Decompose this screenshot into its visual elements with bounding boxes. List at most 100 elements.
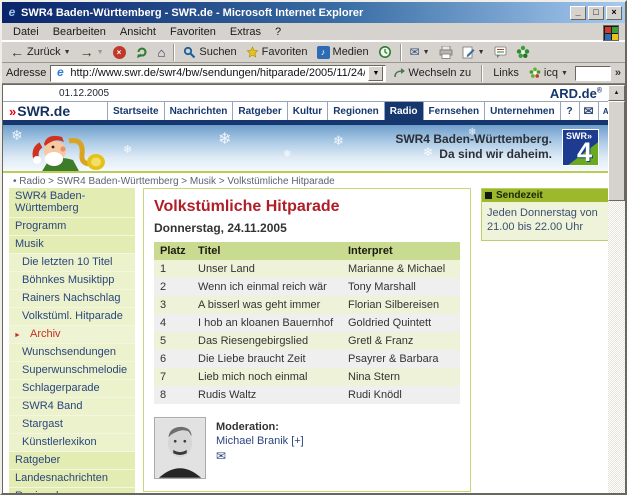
ard-link[interactable]: ARD.de® xyxy=(550,86,602,101)
main-content: Volkstümliche Hitparade Donnerstag, 24.1… xyxy=(143,188,471,493)
sidebar-item[interactable]: ► SWR4 Band xyxy=(9,398,135,416)
cell-interpret: Psayrer & Barbara xyxy=(342,350,460,368)
nav-tab[interactable]: Ratgeber xyxy=(232,102,286,120)
current-date: 01.12.2005 xyxy=(59,88,109,99)
address-dropdown-button[interactable]: ▼ xyxy=(368,66,383,81)
scrollbar-thumb[interactable] xyxy=(608,101,625,201)
main-navigation: » SWR.de StartseiteNachrichtenRatgeberKu… xyxy=(3,101,608,120)
swr4-logo[interactable]: SWR» 4 xyxy=(562,129,599,166)
table-row: 7 Lieb mich noch einmal Nina Stern xyxy=(154,368,460,386)
nav-tab[interactable]: Fernsehen xyxy=(423,102,485,120)
brand-name: SWR.de xyxy=(17,103,70,119)
swr-logo-link[interactable]: » SWR.de xyxy=(3,102,107,120)
messenger-button[interactable] xyxy=(512,44,534,60)
cell-interpret: Marianne & Michael xyxy=(342,260,460,278)
sidebar-item-label: Musik xyxy=(15,238,44,250)
browser-viewport: 01.12.2005 ARD.de® » SWR.de StartseiteNa… xyxy=(2,84,625,493)
print-button[interactable] xyxy=(435,45,457,60)
contact-mail-button[interactable]: ✉ xyxy=(579,102,598,120)
moderator-link[interactable]: Michael Branik [+] xyxy=(216,435,304,447)
sidebar-item[interactable]: ► Ratgeber xyxy=(9,452,135,470)
nav-tab[interactable]: Kultur xyxy=(287,102,327,120)
windows-flag-throbber-icon xyxy=(603,25,619,41)
home-button[interactable]: ⌂ xyxy=(154,45,170,60)
moderator-mail-icon[interactable]: ✉ xyxy=(216,449,226,463)
sidebar-item-label: Superwunschmelodie xyxy=(22,364,127,376)
edit-dropdown-icon[interactable]: ▼ xyxy=(478,49,485,56)
sidebar-item-label: SWR4 Baden-Württemberg xyxy=(15,190,85,214)
menu-item[interactable]: Extras xyxy=(223,24,268,40)
cell-platz: 3 xyxy=(154,296,192,314)
nav-tab[interactable]: Startseite xyxy=(107,102,164,120)
back-dropdown-icon[interactable]: ▼ xyxy=(64,49,71,56)
vertical-scrollbar[interactable]: ▲ xyxy=(608,85,625,493)
moderation-info: Moderation: Michael Branik [+] ✉ xyxy=(216,417,304,479)
history-button[interactable] xyxy=(374,44,396,60)
cell-platz: 1 xyxy=(154,260,192,278)
a-z-index-button[interactable]: A-Z xyxy=(598,102,608,120)
icq-search-input[interactable] xyxy=(575,66,611,81)
address-field[interactable]: e ▼ xyxy=(50,65,386,82)
close-button[interactable]: × xyxy=(606,6,622,20)
sidebar-item[interactable]: ► Künstlerlexikon xyxy=(9,434,135,452)
discuss-button[interactable] xyxy=(490,45,511,60)
sidebar-item[interactable]: ► Musik xyxy=(9,236,135,254)
sidebar-item[interactable]: ► Böhnkes Musiktipp xyxy=(9,272,135,290)
sidebar-item[interactable]: ► Programm xyxy=(9,218,135,236)
maximize-button[interactable]: □ xyxy=(588,6,604,20)
stop-icon: × xyxy=(113,46,126,59)
sidebar-item[interactable]: ► Wunschsendungen xyxy=(9,344,135,362)
sidebar-item[interactable]: ► Archiv xyxy=(9,326,135,344)
address-input[interactable] xyxy=(70,67,365,79)
nav-tab[interactable]: Regionen xyxy=(327,102,384,120)
sendezeit-title: Sendezeit xyxy=(496,190,543,201)
nav-tab[interactable]: Nachrichten xyxy=(164,102,233,120)
breadcrumb[interactable]: • Radio > SWR4 Baden-Württemberg > Musik… xyxy=(3,173,608,188)
nav-tab[interactable]: Radio xyxy=(384,102,423,120)
icq-button[interactable]: icq ▼ xyxy=(526,66,571,80)
sidebar-item[interactable]: ► Rainers Nachschlag xyxy=(9,290,135,308)
moderation-label: Moderation: xyxy=(216,421,304,433)
back-label: Zurück xyxy=(27,46,61,58)
sidebar-item[interactable]: ► SWR4 Baden-Württemberg xyxy=(9,188,135,218)
sidebar-item[interactable]: ► Regionalprogramme xyxy=(9,488,135,493)
forward-button[interactable]: → ▼ xyxy=(76,44,108,60)
menu-item[interactable]: ? xyxy=(268,24,288,40)
help-button[interactable]: ? xyxy=(560,102,579,120)
sidebar-item[interactable]: ► Landesnachrichten xyxy=(9,470,135,488)
sidebar-item[interactable]: ► Die letzten 10 Titel xyxy=(9,254,135,272)
sidebar-item[interactable]: ► Volkstüml. Hitparade xyxy=(9,308,135,326)
icq-flower-icon xyxy=(529,67,541,79)
table-row: 8 Rudis Waltz Rudi Knödl xyxy=(154,386,460,404)
sidebar-item[interactable]: ► Superwunschmelodie xyxy=(9,362,135,380)
nav-tab[interactable]: Unternehmen xyxy=(484,102,559,120)
sidebar-item[interactable]: ► Stargast xyxy=(9,416,135,434)
toolbar-overflow-chevron-icon[interactable]: » xyxy=(615,67,621,79)
refresh-button[interactable] xyxy=(131,44,153,60)
favorites-button[interactable]: Favoriten xyxy=(242,45,312,60)
menu-item[interactable]: Ansicht xyxy=(113,24,163,40)
mail-button[interactable]: ✉ ▼ xyxy=(406,45,434,59)
media-button[interactable]: ♪ Medien xyxy=(313,45,373,60)
search-button[interactable]: Suchen xyxy=(179,45,240,60)
menu-item[interactable]: Datei xyxy=(6,24,46,40)
minimize-button[interactable]: _ xyxy=(570,6,586,20)
snowflake-icon: ❄ xyxy=(218,129,231,149)
menu-item[interactable]: Bearbeiten xyxy=(46,24,113,40)
back-button[interactable]: ← Zurück ▼ xyxy=(6,44,75,60)
menu-item[interactable]: Favoriten xyxy=(163,24,223,40)
discuss-icon xyxy=(494,46,507,59)
scroll-up-button[interactable]: ▲ xyxy=(608,85,625,101)
icq-dropdown-icon[interactable]: ▼ xyxy=(561,70,568,77)
edit-button[interactable]: ▼ xyxy=(458,45,489,60)
sidebar-item[interactable]: ► Schlagerparade xyxy=(9,380,135,398)
stop-button[interactable]: × xyxy=(109,45,130,60)
mail-dropdown-icon[interactable]: ▼ xyxy=(423,49,430,56)
go-button[interactable]: Wechseln zu xyxy=(390,66,474,80)
media-icon: ♪ xyxy=(317,46,330,59)
cell-platz: 6 xyxy=(154,350,192,368)
go-arrow-icon xyxy=(393,67,405,79)
sendezeit-text: Jeden Donnerstag von 21.00 bis 22.00 Uhr xyxy=(482,202,608,240)
sidebar-item-label: Programm xyxy=(15,220,66,232)
links-button[interactable]: Links xyxy=(490,66,522,80)
